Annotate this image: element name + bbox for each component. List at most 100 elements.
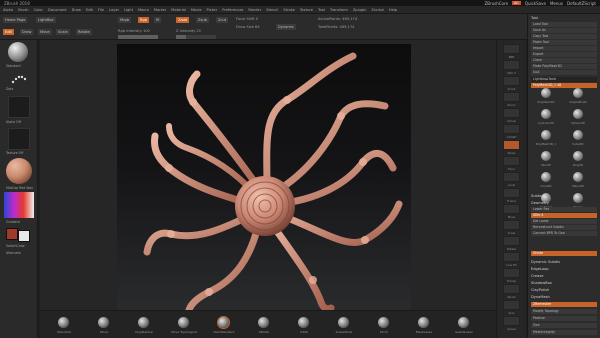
lower-res-button[interactable]: Lower Res [531,207,597,212]
brush-inflat[interactable]: Inflat [284,317,324,337]
tool-thumb-ring3d[interactable]: Ring3D [566,151,590,167]
menu-layer[interactable]: Layer [109,8,119,12]
color-picker-icon[interactable] [4,192,34,218]
menu-light[interactable]: Light [124,8,133,12]
dock-scroll-button[interactable]: Scroll [503,76,520,91]
dots-stroke-icon[interactable] [10,72,28,86]
menu-zplugin[interactable]: Zplugin [353,8,367,12]
dock-actual-button[interactable]: Actual [503,108,520,123]
position-button[interactable]: Position [531,316,597,321]
title-badge[interactable]: AC [512,1,521,5]
paste-tool-button[interactable]: Paste Tool [531,40,597,45]
sdiv-slider[interactable]: SDiv 4 [531,213,597,218]
tool-thumb-simplebrush[interactable]: SimpleBrush [566,88,590,104]
sculpt-model[interactable] [117,44,411,312]
brush-hpolish[interactable]: hPolish [244,317,284,337]
subtool-header[interactable]: Subtool [531,194,545,198]
dock-floor-button[interactable]: Floor [503,156,520,171]
tool-thumb-terrain[interactable]: Terrain [566,193,590,209]
zsub-button[interactable]: Zsub [196,17,209,23]
menu-stencil[interactable]: Stencil [266,8,278,12]
brush-selectlasso[interactable]: SelectLasso [444,317,484,337]
rotate-mode-button[interactable]: Rotate [76,29,92,35]
edge-loop-header[interactable]: EdgeLoop [531,267,549,271]
move-mode-button[interactable]: Move [38,29,52,35]
menu-document[interactable]: Document [48,8,67,12]
menu-file[interactable]: File [98,8,104,12]
tool-thumb-star3d[interactable]: Star3D [534,151,558,167]
brush-pinch[interactable]: Pinch [364,317,404,337]
del-lower-button[interactable]: Del Lower [531,219,597,224]
dynamic-subdiv-header[interactable]: Dynamic Subdiv [531,260,560,264]
brush-standard[interactable]: Standard [44,317,84,337]
dock-bpr-button[interactable]: BPR [503,44,520,59]
dynamesh-header[interactable]: DynaMesh [531,295,550,299]
scale-mode-button[interactable]: Scale [56,29,70,35]
load-tool-button[interactable]: Load Tool [531,22,597,27]
convert-bpr-button[interactable]: Convert BPR To Geo [531,231,597,236]
standard-brush-icon[interactable] [8,42,28,62]
tool-thumb-plane3d[interactable]: Plane3D [566,172,590,188]
title-item-quicksave[interactable]: QuickSave [525,1,546,6]
brush-move-topological[interactable]: Move Topological [164,317,204,337]
menu-brush[interactable]: Brush [18,8,28,12]
dock-persp-button[interactable]: Persp [503,140,520,155]
tool-thumb-cube3d[interactable]: Cube3D [566,130,590,146]
dock-transp-button[interactable]: Transp [503,268,520,283]
draw-mode-button[interactable]: Draw [20,29,34,35]
foreground-color-swatch[interactable] [6,228,18,240]
tool-thumb-polymesh3d[interactable]: PolyMesh3D [534,88,558,104]
goz-button[interactable]: GoZ [531,70,597,75]
crease-header[interactable]: Crease [531,274,543,278]
zadd-button[interactable]: Zadd [176,17,190,23]
brush-move[interactable]: Move [84,317,124,337]
reconstruct-subdiv-button[interactable]: Reconstruct Subdiv [531,225,597,230]
menu-alpha[interactable]: Alpha [3,8,13,12]
tool-palette-title[interactable]: Tool [531,16,538,20]
brush-masklasso[interactable]: MaskLasso [404,317,444,337]
dock-scale-button[interactable]: Scale [503,220,520,235]
background-color-swatch[interactable] [18,230,30,242]
menu-draw[interactable]: Draw [72,8,81,12]
brush-claybuildup[interactable]: ClayBuildup [124,317,164,337]
clone-button[interactable]: Clone [531,58,597,63]
dock-zoom-button[interactable]: Zoom [503,92,520,107]
menu-marker[interactable]: Marker [154,8,166,12]
dock-move-button[interactable]: Move [503,204,520,219]
menu-picker[interactable]: Picker [207,8,218,12]
menu-transform[interactable]: Transform [330,8,348,12]
make-polymesh-button[interactable]: Make PolyMesh3D [531,64,597,69]
tool-thumb-cone3d[interactable]: Cone3D [534,172,558,188]
menu-render[interactable]: Render [248,8,261,12]
dock-ghost-button[interactable]: Ghost [503,284,520,299]
menu-color[interactable]: Color [34,8,43,12]
shadowbox-header[interactable]: ShadowBox [531,281,552,285]
alternate-label[interactable]: Alternate [6,251,21,255]
texture-off-icon[interactable] [8,128,30,150]
brush-damstandard[interactable]: DamStandard [204,317,244,337]
alpha-off-icon[interactable] [8,96,30,118]
tool-thumb-cylinder3d[interactable]: Cylinder3D [534,109,558,125]
m-button[interactable]: M [154,17,162,23]
geometry-header[interactable]: Geometry [531,201,549,205]
dock-line-fill-button[interactable]: Line Fill [503,252,520,267]
copy-tool-button[interactable]: Copy Tool [531,34,597,39]
mesh-integrity-button[interactable]: MeshIntegrity [531,330,597,335]
menu-zscript[interactable]: Zscript [371,8,383,12]
dock-local-button[interactable]: Local [503,172,520,187]
menu-tool[interactable]: Tool [318,8,325,12]
menu-preferences[interactable]: Preferences [222,8,243,12]
tool-thumb-polymesh3d_1[interactable]: PolyMesh3D_1 [534,130,558,146]
menu-macro[interactable]: Macro [138,8,149,12]
import-button[interactable]: Import [531,46,597,51]
claypolish-header[interactable]: ClayPolish [531,288,549,292]
home-page-button[interactable]: Home Page [3,17,28,23]
zcut-button[interactable]: Zcut [216,17,229,23]
rgb-intensity-slider[interactable] [118,35,158,39]
menu-stroke[interactable]: Stroke [283,8,294,12]
menu-texture[interactable]: Texture [300,8,313,12]
export-button[interactable]: Export [531,52,597,57]
z-intensity-slider[interactable] [176,35,216,39]
modify-topology-button[interactable]: Modify Topology [531,309,597,314]
lightbox-tools-button[interactable]: Lightbox▸Tools [531,77,597,82]
